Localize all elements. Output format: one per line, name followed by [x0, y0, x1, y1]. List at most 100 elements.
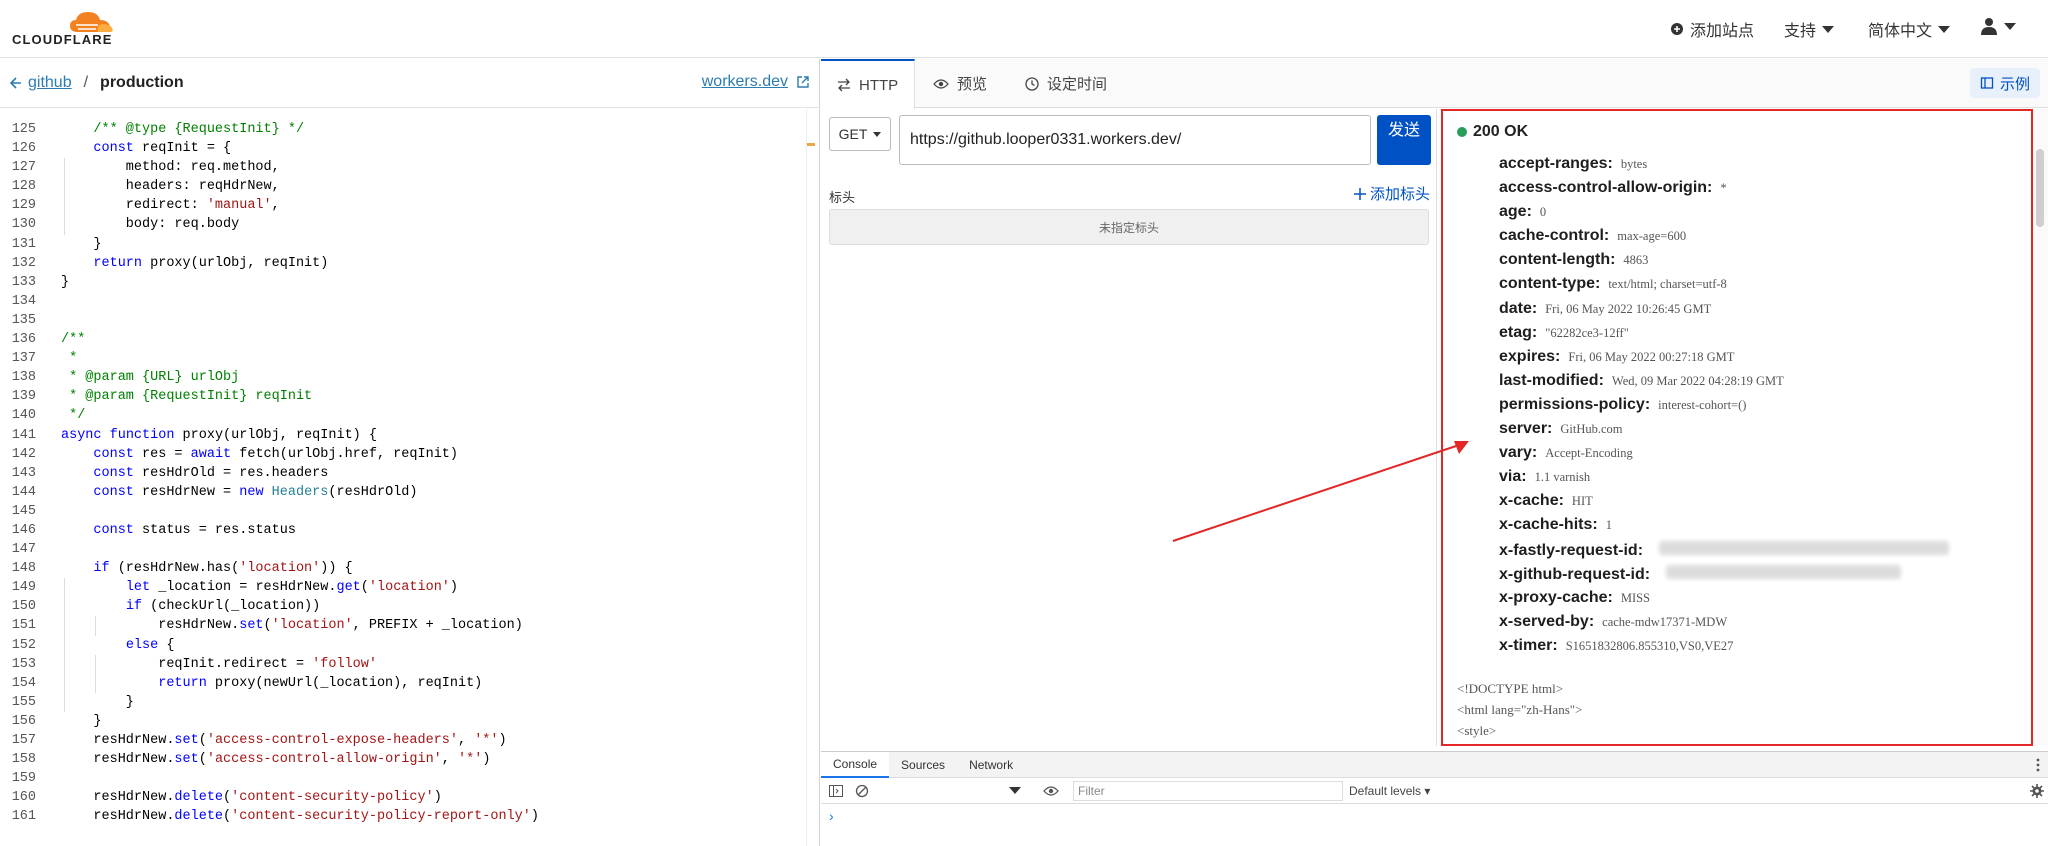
response-header-row: x-fastly-request-id:: [1499, 540, 1950, 565]
header-value: interest-cohort=(): [1658, 397, 1747, 412]
line-number: 156: [11, 713, 36, 729]
line-text: const status = res.status: [93, 522, 296, 538]
log-levels-select[interactable]: Default levels ▾: [1349, 784, 1430, 798]
code-line: 133}: [0, 273, 806, 292]
account-menu[interactable]: [1980, 17, 2016, 35]
support-menu[interactable]: 支持: [1784, 17, 1835, 41]
tab-http[interactable]: HTTP: [821, 59, 916, 109]
code-line: 154 return proxy(newUrl(_location), reqI…: [0, 673, 806, 693]
header-key: last-modified:: [1499, 371, 1604, 389]
line-text: async function proxy(urlObj, reqInit) {: [61, 427, 377, 443]
url-input[interactable]: https://github.looper0331.workers.dev/: [899, 115, 1371, 165]
caret-down-icon: [1938, 25, 1951, 33]
cloudflare-logo[interactable]: CLOUDFLARE: [12, 6, 124, 50]
body-line: <style>: [1457, 723, 1497, 738]
editor-scrollbar[interactable]: [806, 109, 820, 846]
console-toolbar: Filter Default levels ▾: [821, 778, 2048, 804]
header-value: Accept-Encoding: [1545, 446, 1633, 461]
header-value: S1651832806.855310,VS0,VE27: [1565, 638, 1734, 653]
caret-down-icon: [873, 131, 882, 137]
line-number: 131: [11, 236, 36, 252]
indent-guide: [95, 616, 97, 636]
tab-console[interactable]: Console: [821, 752, 890, 778]
indent-guide: [64, 654, 65, 674]
response-header-row: cache-control: max-age=600: [1499, 227, 1949, 251]
add-site-label: 添加站点: [1690, 23, 1755, 40]
add-header-button[interactable]: 添加标头: [1353, 183, 1430, 204]
response-scrollbar[interactable]: [2033, 109, 2048, 746]
external-link-icon: [797, 76, 809, 88]
sidebar-toggle-icon[interactable]: [829, 784, 843, 797]
code-line: 135: [0, 311, 806, 330]
kebab-icon: [2036, 758, 2040, 771]
header-value: HIT: [1571, 494, 1593, 509]
line-number: 140: [11, 408, 36, 424]
tab-sources[interactable]: Sources: [889, 752, 957, 778]
code-line: 158 resHdrNew.set('access-control-allow-…: [0, 750, 806, 769]
header-key: x-served-by:: [1499, 612, 1595, 630]
code-line: 125 /** @type {RequestInit} */: [0, 120, 806, 139]
line-number: 145: [11, 503, 36, 519]
header-key: x-github-request-id:: [1499, 565, 1651, 583]
header-key: x-proxy-cache:: [1499, 588, 1613, 606]
example-button[interactable]: 示例: [1969, 68, 2040, 98]
line-number: 129: [11, 198, 36, 214]
header-value: bytes: [1620, 157, 1648, 171]
tab-schedule[interactable]: 设定时间: [1009, 59, 1123, 108]
response-panel: 200 OK accept-ranges: bytes access-control…: [1441, 109, 2033, 746]
line-number: 147: [11, 542, 36, 558]
code-line: 143 const resHdrOld = res.headers: [0, 464, 806, 483]
code-line: 132 return proxy(urlObj, reqInit): [0, 254, 806, 273]
console-prompt[interactable]: ›: [829, 808, 834, 824]
code-line: 147: [0, 540, 806, 559]
add-site-button[interactable]: 添加站点: [1670, 17, 1754, 41]
arrows-exchange-icon: [838, 78, 850, 92]
console-filter-input[interactable]: Filter: [1073, 781, 1343, 801]
code-line: 134: [0, 292, 806, 311]
header-key: x-timer:: [1499, 636, 1558, 654]
tab-preview[interactable]: 预览: [917, 59, 1003, 108]
code-line: 138 * @param {URL} urlObj: [0, 368, 806, 387]
breadcrumb-github-link[interactable]: github: [28, 74, 72, 92]
line-text: resHdrNew.delete('content-security-polic…: [61, 809, 539, 825]
language-menu[interactable]: 简体中文: [1868, 17, 1951, 41]
send-button[interactable]: 发送: [1377, 115, 1431, 165]
method-select[interactable]: GET: [829, 117, 891, 151]
header-value: GitHub.com: [1560, 422, 1623, 437]
response-header-row: x-cache: HIT: [1499, 492, 1949, 516]
gear-icon[interactable]: [2030, 783, 2044, 798]
status-dot-icon: [1457, 127, 1467, 137]
code-line: 153 reqInit.redirect = 'follow': [0, 654, 806, 674]
eye-icon: [933, 78, 949, 89]
line-number: 135: [11, 312, 36, 328]
line-number: 157: [11, 733, 36, 748]
clear-console-icon[interactable]: [855, 784, 869, 798]
code-line: 142 const res = await fetch(urlObj.href,…: [0, 445, 806, 464]
context-dropdown-icon[interactable]: [1009, 787, 1021, 794]
breadcrumb: github / production workers.dev: [0, 59, 820, 108]
code-line: 161 resHdrNew.delete('content-security-p…: [0, 807, 806, 826]
code-line: 129 redirect: 'manual',: [0, 196, 806, 216]
code-editor[interactable]: 125 /** @type {RequestInit} */126 const …: [0, 109, 806, 846]
tab-network[interactable]: Network: [957, 752, 1025, 778]
line-number: 132: [11, 255, 36, 271]
devtools-more-icon[interactable]: [2036, 752, 2048, 777]
line-text: }: [61, 236, 102, 252]
header-key: vary:: [1499, 444, 1538, 462]
line-text: }: [61, 694, 134, 710]
line-text: reqInit.redirect = 'follow': [61, 656, 377, 672]
header-value: 1: [1605, 518, 1612, 533]
line-number: 152: [11, 637, 36, 653]
line-number: 134: [11, 293, 36, 309]
line-number: 158: [11, 752, 36, 768]
eye-icon[interactable]: [1043, 785, 1059, 797]
code-line: 157 resHdrNew.set('access-control-expose…: [0, 731, 806, 750]
line-number: 159: [11, 771, 36, 787]
response-body: <!DOCTYPE html> <html lang="zh-Hans"> <sty…: [1457, 678, 1582, 741]
scrollbar-thumb[interactable]: [2036, 149, 2044, 227]
arrow-left-icon[interactable]: [8, 76, 22, 90]
workers-dev-link[interactable]: workers.dev: [702, 73, 810, 91]
indent-guide: [64, 616, 65, 636]
response-header-row: permissions-policy: interest-cohort=(): [1499, 396, 1949, 420]
header-key: via:: [1499, 468, 1527, 486]
